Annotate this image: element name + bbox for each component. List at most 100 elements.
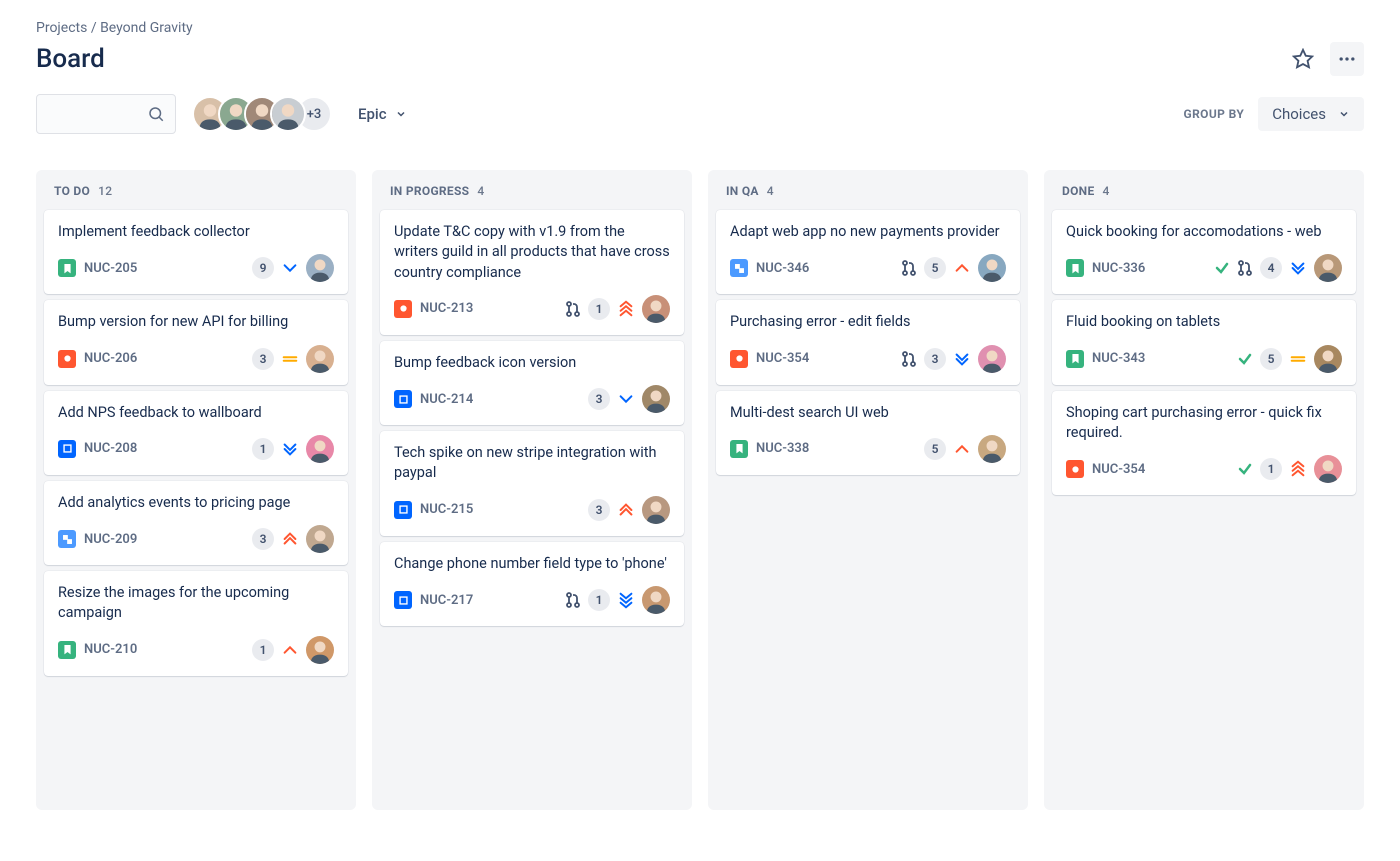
card-title: Multi-dest search UI web <box>730 403 1006 423</box>
story-points-badge: 1 <box>1260 458 1282 480</box>
issue-key: NUC-213 <box>420 301 473 316</box>
priority-mediumup-icon <box>953 440 971 458</box>
assignee-avatar[interactable] <box>978 254 1006 282</box>
assignee-avatar[interactable] <box>978 345 1006 373</box>
priority-highest-icon <box>1289 460 1307 478</box>
card-title: Adapt web app no new payments provider <box>730 222 1006 242</box>
column-header: TO DO 12 <box>44 184 348 210</box>
issue-key: NUC-209 <box>84 532 137 547</box>
story-points-badge: 5 <box>1260 348 1282 370</box>
assignee-avatar[interactable] <box>1314 455 1342 483</box>
column-title: TO DO <box>54 184 90 198</box>
card-title: Resize the images for the upcoming campa… <box>58 583 334 624</box>
card-title: Add analytics events to pricing page <box>58 493 334 513</box>
search-input[interactable] <box>36 94 176 134</box>
chevron-down-icon <box>395 108 407 120</box>
issue-card[interactable]: Update T&C copy with v1.9 from the write… <box>380 210 684 335</box>
assignee-avatar[interactable] <box>978 435 1006 463</box>
more-button[interactable] <box>1330 42 1364 76</box>
issue-key: NUC-343 <box>1092 351 1145 366</box>
issue-card[interactable]: Shoping cart purchasing error - quick fi… <box>1052 391 1356 496</box>
priority-lowest3-icon <box>617 591 635 609</box>
task-issue-icon <box>58 440 76 458</box>
issue-card[interactable]: Adapt web app no new payments provider N… <box>716 210 1020 294</box>
issue-card[interactable]: Fluid booking on tablets NUC-343 5 <box>1052 300 1356 384</box>
assignee-avatar[interactable] <box>642 586 670 614</box>
board-column: DONE 4 Quick booking for accomodations -… <box>1044 170 1364 810</box>
story-issue-icon <box>1066 259 1084 277</box>
priority-lowest-icon <box>281 440 299 458</box>
bug-issue-icon <box>58 350 76 368</box>
priority-high-icon <box>281 530 299 548</box>
story-issue-icon <box>58 259 76 277</box>
issue-card[interactable]: Quick booking for accomodations - web NU… <box>1052 210 1356 294</box>
search-icon <box>147 105 165 123</box>
issue-key: NUC-214 <box>420 392 473 407</box>
priority-lowest-icon <box>953 350 971 368</box>
star-icon <box>1292 48 1314 70</box>
breadcrumb-root[interactable]: Projects <box>36 20 87 36</box>
subtask-issue-icon <box>58 530 76 548</box>
more-icon <box>1337 49 1357 69</box>
chevron-down-icon <box>1338 108 1350 120</box>
task-issue-icon <box>394 591 412 609</box>
assignee-avatar[interactable] <box>306 525 334 553</box>
story-points-badge: 1 <box>588 298 610 320</box>
issue-card[interactable]: Bump feedback icon version NUC-214 3 <box>380 341 684 425</box>
story-points-badge: 3 <box>588 388 610 410</box>
story-points-badge: 1 <box>252 639 274 661</box>
assignee-avatar[interactable] <box>306 435 334 463</box>
issue-key: NUC-210 <box>84 642 137 657</box>
card-title: Quick booking for accomodations - web <box>1066 222 1342 242</box>
assignee-avatar[interactable] <box>642 295 670 323</box>
issue-card[interactable]: Tech spike on new stripe integration wit… <box>380 431 684 536</box>
story-issue-icon <box>58 641 76 659</box>
issue-key: NUC-354 <box>756 351 809 366</box>
assignee-avatar[interactable] <box>306 254 334 282</box>
issue-key: NUC-205 <box>84 261 137 276</box>
page-title: Board <box>36 44 105 74</box>
issue-card[interactable]: Add NPS feedback to wallboard NUC-208 1 <box>44 391 348 475</box>
issue-card[interactable]: Multi-dest search UI web NUC-338 5 <box>716 391 1020 475</box>
avatar-stack[interactable]: +3 <box>192 96 332 132</box>
pull-request-icon <box>565 301 581 317</box>
issue-key: NUC-336 <box>1092 261 1145 276</box>
assignee-avatar[interactable] <box>642 496 670 524</box>
priority-high-icon <box>617 501 635 519</box>
card-title: Add NPS feedback to wallboard <box>58 403 334 423</box>
bug-issue-icon <box>730 350 748 368</box>
assignee-avatar[interactable] <box>1314 254 1342 282</box>
issue-card[interactable]: Resize the images for the upcoming campa… <box>44 571 348 676</box>
column-count: 4 <box>477 184 484 198</box>
group-by-select[interactable]: Choices <box>1258 97 1364 131</box>
task-issue-icon <box>394 501 412 519</box>
assignee-avatar[interactable] <box>1314 345 1342 373</box>
issue-card[interactable]: Purchasing error - edit fields NUC-354 3 <box>716 300 1020 384</box>
column-count: 4 <box>767 184 774 198</box>
group-by-value: Choices <box>1272 105 1326 123</box>
card-title: Bump feedback icon version <box>394 353 670 373</box>
issue-card[interactable]: Change phone number field type to 'phone… <box>380 542 684 626</box>
story-points-badge: 3 <box>252 528 274 550</box>
assignee-avatar[interactable] <box>306 345 334 373</box>
card-title: Fluid booking on tablets <box>1066 312 1342 332</box>
assignee-avatar[interactable] <box>642 385 670 413</box>
priority-mediumup-icon <box>281 641 299 659</box>
star-button[interactable] <box>1286 42 1320 76</box>
column-header: IN QA 4 <box>716 184 1020 210</box>
assignee-avatar[interactable] <box>306 636 334 664</box>
bug-issue-icon <box>1066 460 1084 478</box>
epic-filter[interactable]: Epic <box>348 97 417 131</box>
story-points-badge: 3 <box>588 499 610 521</box>
story-points-badge: 1 <box>588 589 610 611</box>
pull-request-icon <box>565 592 581 608</box>
breadcrumb-project[interactable]: Beyond Gravity <box>100 20 193 36</box>
issue-key: NUC-217 <box>420 593 473 608</box>
priority-mediumup-icon <box>953 259 971 277</box>
subtask-issue-icon <box>730 259 748 277</box>
issue-card[interactable]: Bump version for new API for billing NUC… <box>44 300 348 384</box>
issue-card[interactable]: Add analytics events to pricing page NUC… <box>44 481 348 565</box>
board-column: IN QA 4 Adapt web app no new payments pr… <box>708 170 1028 810</box>
issue-card[interactable]: Implement feedback collector NUC-205 9 <box>44 210 348 294</box>
avatar[interactable] <box>270 96 306 132</box>
